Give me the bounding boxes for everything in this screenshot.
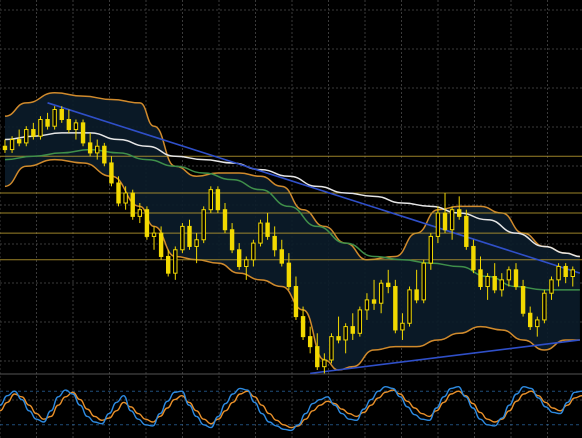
candle-body (45, 119, 50, 127)
candle-body (322, 359, 327, 368)
candle-body (535, 319, 540, 328)
candle-body (244, 259, 249, 267)
candle-body (66, 119, 72, 131)
chart-area (0, 0, 582, 438)
candle-body (31, 129, 36, 137)
candle-body (457, 209, 462, 217)
candle-body (393, 286, 398, 331)
candle-body (400, 322, 405, 331)
candle-body (215, 189, 221, 211)
candle-body (329, 336, 334, 361)
candle-body (428, 235, 434, 264)
candle-body (527, 312, 533, 328)
chart-canvas (0, 0, 582, 438)
candle-body (300, 316, 306, 338)
candle-body (343, 326, 348, 341)
candle-body (158, 232, 164, 257)
candle-body (87, 142, 93, 154)
candle-body (9, 139, 15, 151)
candle-body (151, 232, 157, 237)
candle-body (357, 309, 363, 334)
candle-body (38, 119, 43, 137)
candle-body (116, 182, 121, 204)
candle-body (570, 269, 575, 278)
candle-body (286, 262, 292, 288)
candle-body (194, 239, 199, 247)
candle-body (222, 209, 228, 231)
candle-body (236, 249, 242, 267)
candle-body (442, 212, 448, 231)
candle-body (315, 346, 320, 368)
candle-body (73, 122, 79, 131)
candle-body (414, 289, 419, 301)
candle-body (265, 222, 270, 237)
candle-body (201, 209, 206, 241)
candle-body (95, 145, 100, 154)
candle-body (478, 269, 483, 288)
candle-body (109, 162, 114, 184)
candle-body (130, 192, 135, 217)
candle-body (208, 189, 213, 211)
candle-body (16, 139, 22, 144)
candle-body (350, 326, 355, 334)
candle-body (513, 269, 519, 288)
candle-body (556, 265, 561, 281)
candle-body (371, 299, 377, 304)
candle-body (378, 282, 384, 304)
candle-body (485, 276, 490, 288)
candle-body (52, 109, 57, 127)
candle-body (435, 212, 441, 237)
candle-body (520, 286, 526, 314)
candle-body (2, 145, 8, 151)
candle-body (180, 225, 185, 251)
candle-body (407, 289, 412, 324)
candle-body (59, 109, 64, 121)
candle-body (449, 209, 455, 231)
candle-body (251, 242, 256, 261)
candle-body (102, 145, 107, 164)
candle-body (293, 286, 299, 318)
candle-body (421, 262, 426, 301)
candle-body (166, 255, 171, 274)
candle-body (471, 245, 476, 271)
candle-body (279, 249, 284, 264)
candle-body (464, 215, 469, 247)
candle-body (229, 229, 235, 251)
candle-body (123, 192, 128, 204)
candle-body (307, 336, 313, 348)
candle-body (137, 209, 143, 217)
candle-body (144, 209, 150, 237)
candle-body (364, 299, 370, 311)
candle-body (24, 129, 29, 144)
candle-body (492, 276, 497, 291)
candle-body (386, 282, 391, 288)
candle-body (499, 279, 504, 291)
candle-body (506, 269, 512, 281)
candle-body (173, 249, 178, 274)
candle-body (542, 292, 547, 321)
candle-body (336, 336, 341, 341)
candle-body (80, 122, 86, 144)
candle-body (563, 265, 568, 278)
candle-body (272, 235, 277, 251)
candle-body (549, 279, 554, 294)
candle-body (258, 222, 263, 244)
candle-body (187, 225, 192, 247)
